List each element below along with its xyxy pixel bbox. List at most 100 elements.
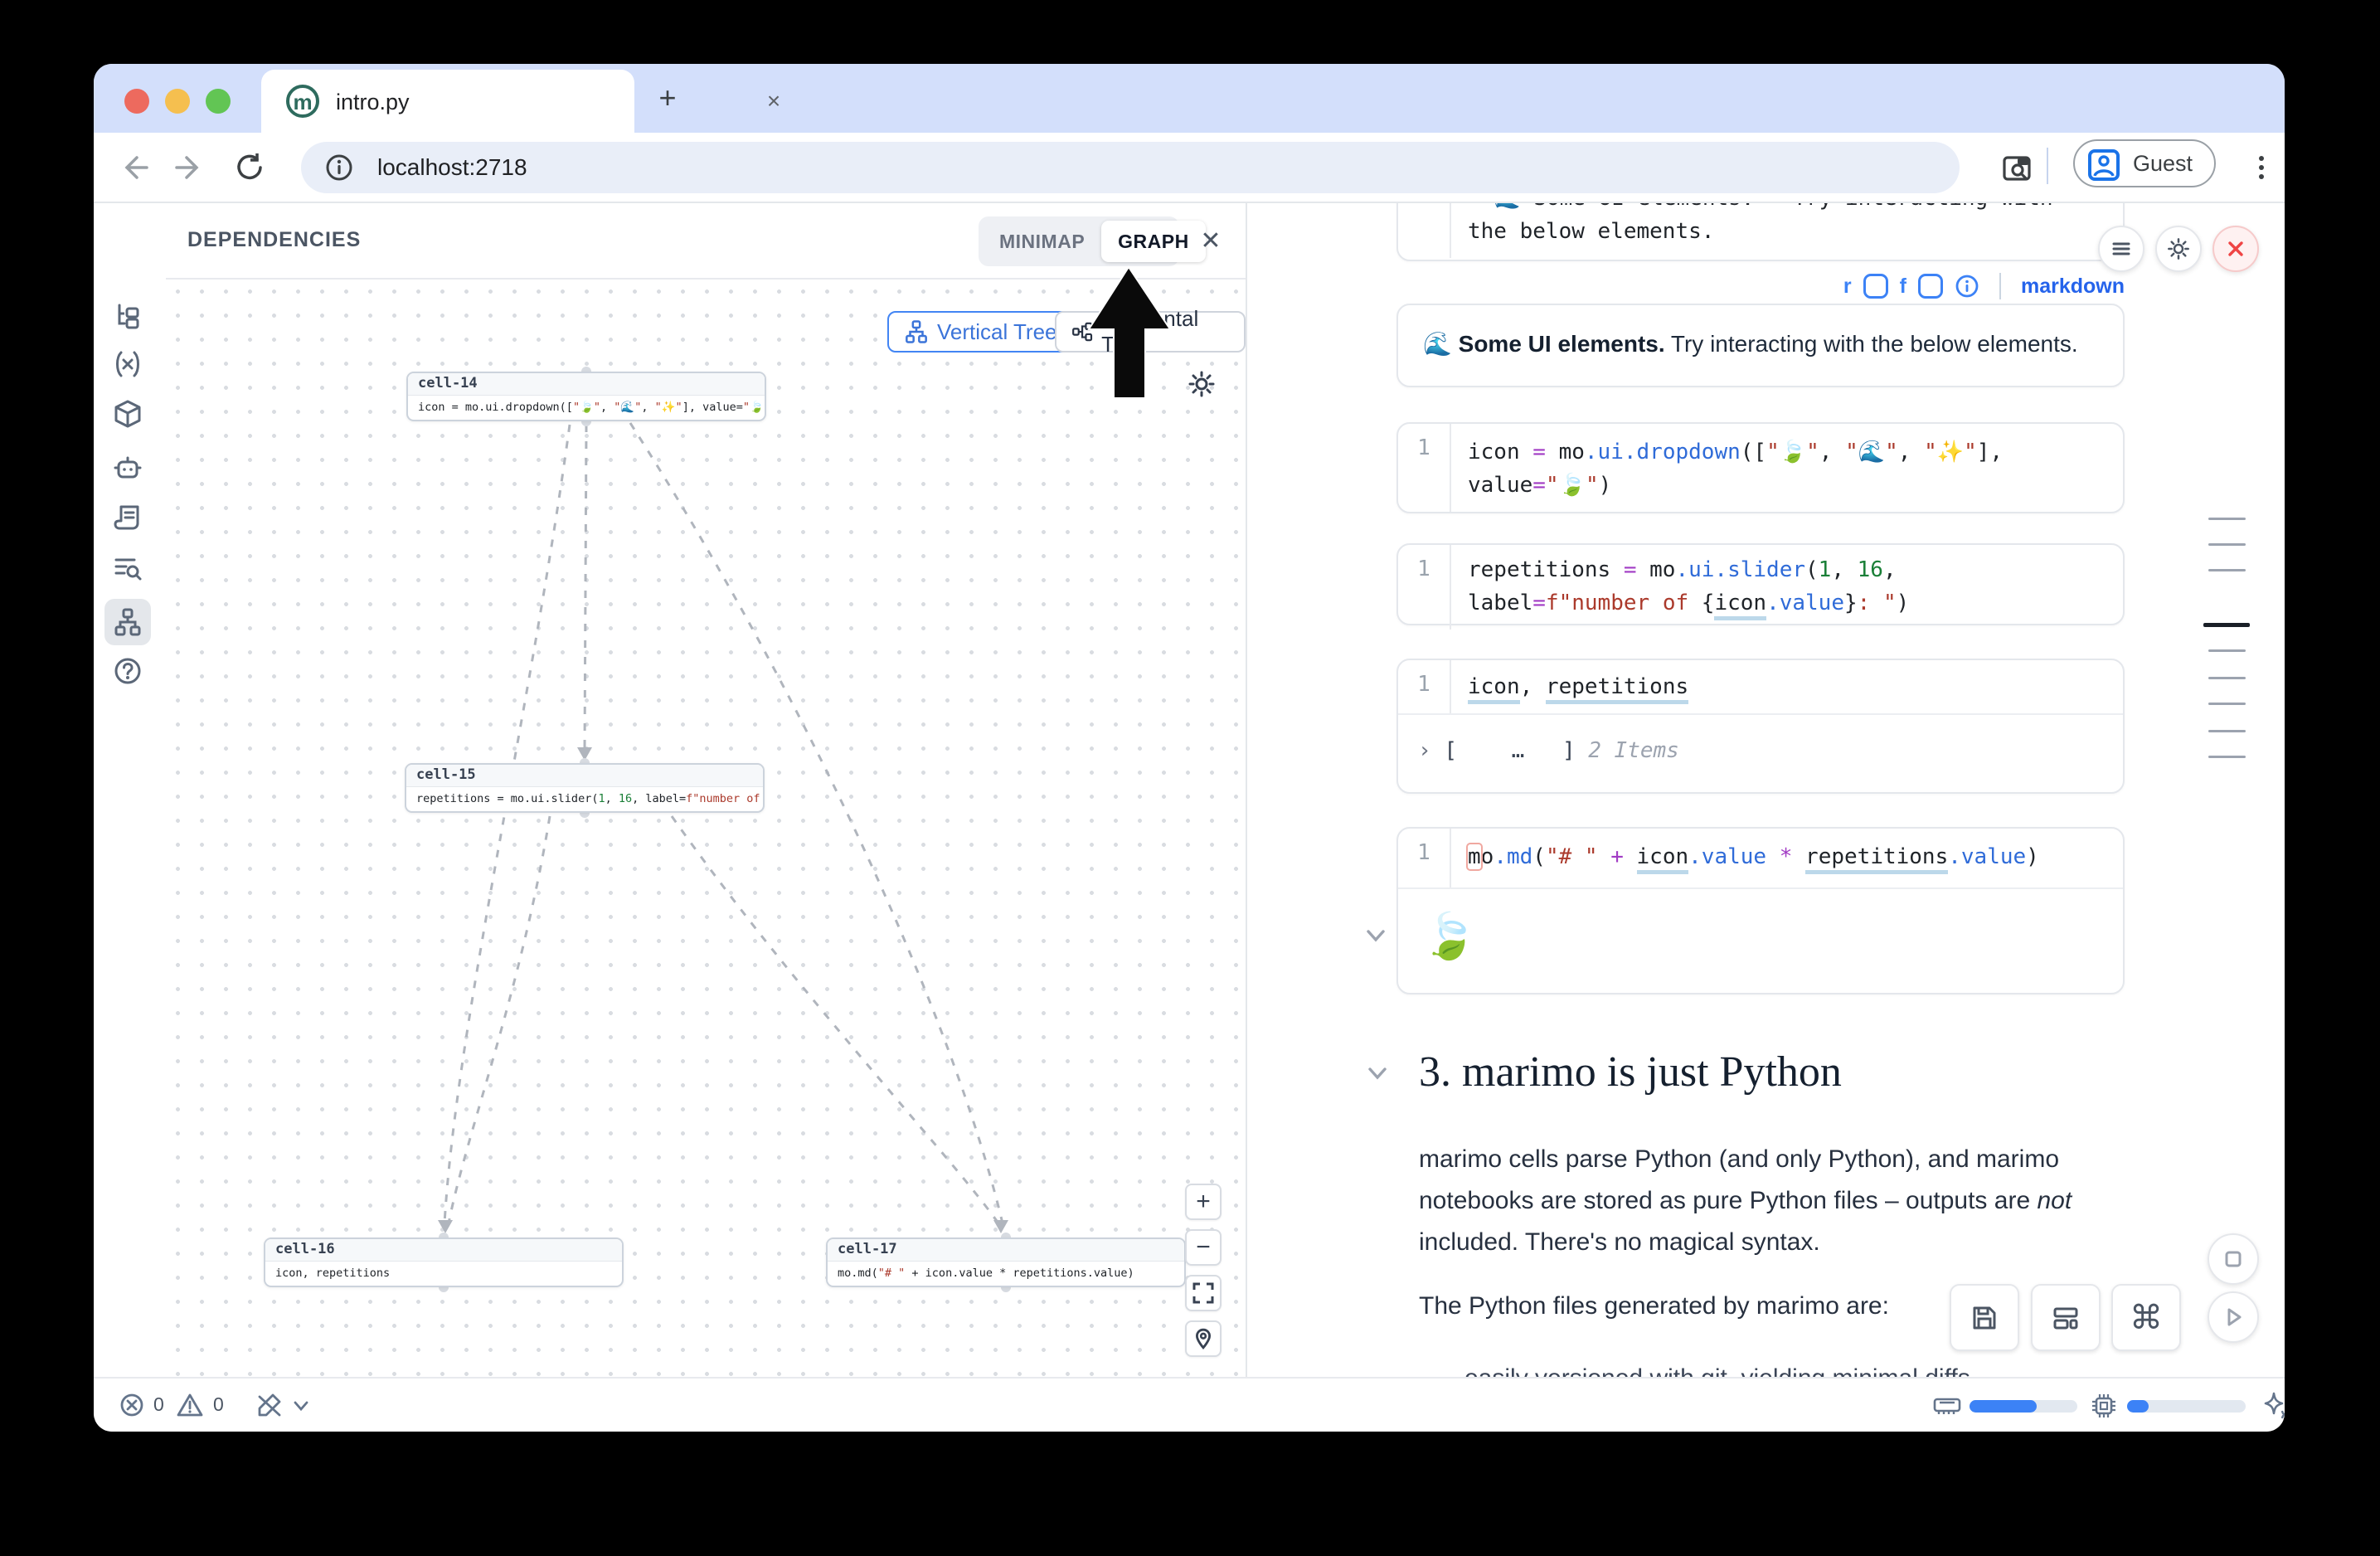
code-cell-dropdown[interactable]: 1 icon = mo.ui.dropdown(["🍃", "🌊", "✨"],…: [1396, 422, 2125, 513]
collapse-chevron-icon[interactable]: [1362, 926, 1390, 946]
browser-menu-icon[interactable]: [2245, 151, 2278, 184]
expression-output[interactable]: › [ … ] 2 Items: [1398, 715, 2123, 763]
save-button[interactable]: [1950, 1284, 2019, 1351]
code-cell-expression[interactable]: 1 icon, repetitions › [ … ] 2 Items: [1396, 659, 2125, 794]
graph-node-cell-15[interactable]: cell-15 repetitions = mo.ui.slider(1, 16…: [405, 763, 765, 813]
warning-count: 0: [213, 1393, 224, 1416]
paragraph-line-4: The Python files generated by marimo are…: [1419, 1286, 1889, 1327]
close-icon: [2225, 238, 2246, 260]
sidebar-item-ai-chat[interactable]: [104, 445, 151, 492]
node-code: repetitions = mo.ui.slider(1, 16, label=…: [406, 787, 763, 810]
traffic-zoom-button[interactable]: [206, 89, 231, 114]
tab-close-icon[interactable]: ×: [759, 86, 789, 116]
markdown-source-code: **🌊 Some UI elements.** Try interacting …: [1450, 203, 2123, 258]
interrupt-button[interactable]: [2208, 1233, 2259, 1285]
cell-language-label[interactable]: markdown: [2021, 275, 2125, 299]
warning-triangle-icon: [177, 1392, 203, 1418]
search-tabs-icon[interactable]: [2001, 151, 2036, 186]
sidebar-item-help[interactable]: [104, 648, 151, 694]
pointer-arrow: [1070, 261, 1202, 411]
graph-node-cell-14[interactable]: cell-14 icon = mo.ui.dropdown(["🍃", "🌊",…: [406, 372, 766, 421]
expand-chevron[interactable]: ›: [1418, 738, 1431, 763]
leaf-emoji: 🍃: [1421, 912, 1477, 961]
new-tab-button[interactable]: +: [651, 82, 684, 115]
graph-node-cell-16[interactable]: cell-16 icon, repetitions: [264, 1238, 624, 1287]
minus-icon: −: [1196, 1233, 1211, 1262]
stop-icon: [2222, 1248, 2244, 1270]
node-title: cell-17: [828, 1239, 1184, 1262]
zoom-out-button[interactable]: −: [1185, 1229, 1222, 1266]
node-code: icon = mo.ui.dropdown(["🍃", "🌊", "✨"], v…: [408, 396, 765, 419]
sidebar-item-variables[interactable]: [104, 341, 151, 387]
browser-toolbar: localhost:2718 Guest: [94, 133, 2285, 203]
leaf-output: 🍃: [1398, 889, 2123, 963]
minimap-cell-line: [2208, 569, 2246, 571]
activity-sidebar: [94, 203, 166, 1377]
panel-close-icon[interactable]: ✕: [1194, 225, 1227, 258]
vertical-tree-icon: [904, 319, 929, 344]
fit-view-button[interactable]: [1185, 1275, 1222, 1311]
info-icon[interactable]: [1955, 274, 1979, 299]
node-title: cell-14: [408, 373, 765, 396]
items-count: 2 Items: [1588, 738, 1679, 763]
browser-window: m intro.py × + localhost:2718 Guest: [94, 64, 2285, 1432]
tab-minimap[interactable]: MINIMAP: [983, 221, 1101, 262]
traffic-minimize-button[interactable]: [165, 89, 190, 114]
forward-icon[interactable]: [173, 151, 206, 184]
minimap-cell-line: [2208, 518, 2246, 520]
reload-icon[interactable]: [233, 151, 266, 184]
status-bar: 0 0: [94, 1377, 2285, 1432]
run-all-button[interactable]: [2208, 1291, 2259, 1343]
layout-button[interactable]: [2031, 1284, 2101, 1351]
errors-indicator[interactable]: [119, 1392, 145, 1418]
error-circle-icon: [119, 1392, 145, 1418]
panel-title: DEPENDENCIES: [187, 228, 361, 252]
node-code: mo.md("# " + icon.value * repetitions.va…: [828, 1262, 1184, 1285]
minimap-cell-line: [2208, 543, 2246, 546]
browser-tab-strip: m intro.py × +: [94, 64, 2285, 133]
sidebar-item-tracer[interactable]: [104, 545, 151, 591]
keyboard-shortcuts-button[interactable]: ⌘: [2111, 1284, 2181, 1351]
format-hint-key: f: [1900, 275, 1906, 299]
url-text: localhost:2718: [377, 154, 527, 181]
wave-emoji: 🌊: [1423, 331, 1452, 357]
cell-menu-button[interactable]: [2098, 226, 2144, 272]
ai-sparkle-icon[interactable]: [2260, 1391, 2285, 1419]
dependency-graph-canvas[interactable]: cell-14 icon = mo.ui.dropdown(["🍃", "🌊",…: [166, 280, 1246, 1377]
locate-node-button[interactable]: [1185, 1320, 1222, 1357]
line-number: 1: [1398, 424, 1450, 512]
avatar-icon: [2088, 149, 2120, 181]
formatter-toggle[interactable]: [256, 1392, 283, 1418]
tab-graph[interactable]: GRAPH: [1101, 221, 1206, 262]
cell-footer-hints: r f markdown: [1396, 270, 2125, 303]
notebook-settings-button[interactable]: [2155, 226, 2202, 272]
url-bar[interactable]: localhost:2718: [301, 142, 1960, 193]
graph-edges: [166, 280, 1246, 1377]
graph-node-cell-17[interactable]: cell-17 mo.md("# " + icon.value * repeti…: [826, 1238, 1186, 1287]
site-info-icon[interactable]: [324, 153, 354, 182]
sidebar-item-dependencies[interactable]: [104, 599, 151, 645]
traffic-close-button[interactable]: [124, 89, 149, 114]
back-icon[interactable]: [117, 151, 150, 184]
warnings-indicator[interactable]: [177, 1392, 203, 1418]
toolbar-divider: [2047, 148, 2048, 184]
shutdown-button[interactable]: [2212, 226, 2259, 272]
profile-button[interactable]: Guest: [2073, 139, 2216, 187]
section-collapse-chevron-icon[interactable]: [1363, 1064, 1392, 1084]
browser-tab[interactable]: m intro.py ×: [261, 70, 634, 133]
sidebar-item-packages[interactable]: [104, 391, 151, 437]
zoom-in-button[interactable]: +: [1185, 1184, 1222, 1220]
code-cell-md-output[interactable]: 1 mo.md("# " + icon.value * repetitions.…: [1396, 827, 2125, 994]
line-number: 1: [1398, 660, 1450, 713]
markdown-cell-editor[interactable]: 1 **🌊 Some UI elements.** Try interactin…: [1396, 203, 2125, 261]
sidebar-item-scratchpad[interactable]: [104, 495, 151, 542]
minimap-cell-line: [2208, 756, 2246, 758]
code-cell-slider[interactable]: 1 repetitions = mo.ui.slider(1, 16,label…: [1396, 543, 2125, 625]
vertical-tree-button[interactable]: Vertical Tree: [887, 311, 1074, 353]
formatter-chevron-icon[interactable]: [291, 1398, 311, 1413]
sidebar-item-files[interactable]: [104, 293, 151, 339]
paragraph-line-1: marimo cells parse Python (and only Pyth…: [1419, 1139, 2059, 1180]
layout-icon: [2051, 1303, 2081, 1333]
paragraph-line-3: included. There's no magical syntax.: [1419, 1222, 1820, 1263]
format-hint-box-icon: [1918, 274, 1943, 299]
